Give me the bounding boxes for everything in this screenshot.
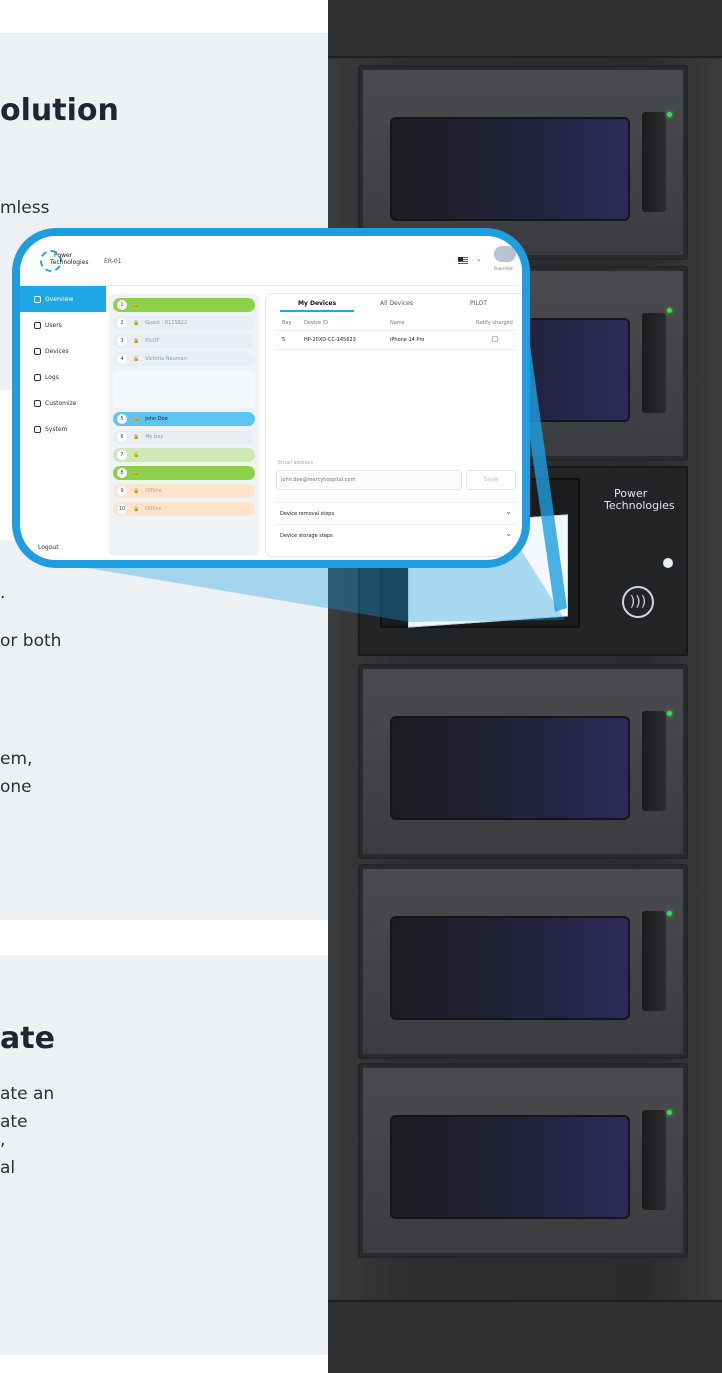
sidebar-item-label: Logs [45,373,59,381]
lock-icon: 🔒 [133,506,140,512]
accordion-label: Device storage steps [280,533,333,539]
bay-item[interactable]: 6 🔒 My bay [113,430,255,444]
app-logo-line: Power [54,252,73,259]
logs-icon [34,373,41,381]
bay-label: PILOT [145,338,160,344]
accordion-storage-steps[interactable]: Device storage steps ⌄ [276,524,516,546]
name-cell: iPhone 14 Pro [390,337,425,343]
gear-icon [34,425,41,433]
bay-item[interactable]: 7 🔒 [113,448,255,462]
lock-icon: 🔒 [133,452,140,458]
bay-label: Offline [145,488,162,494]
lock-icon: 🔒 [133,434,140,440]
us-flag-icon[interactable] [458,257,468,264]
lock-icon: 🔒 [133,470,140,476]
device-id-cell: HP-20XD-CC-145623 [304,337,356,343]
tab-my-devices[interactable]: My Devices [298,300,336,307]
bay-number: 5 [117,414,127,424]
sidebar-item-label: System [45,425,68,433]
bay-number: 8 [117,468,127,478]
lock-icon: 🔒 [133,416,140,422]
column-header: Bay [282,320,292,326]
bay-item[interactable]: 4 🔒 Victoria Neuman [113,352,255,366]
sidebar-item-logs[interactable]: Logs [20,364,106,390]
active-tab-underline [280,310,354,312]
magnifier-connector [40,330,567,622]
tab-all-devices[interactable]: All Devices [380,300,413,307]
app-logo-line: Technologies [50,259,89,266]
sidebar-item-label: Overview [45,295,74,303]
bay-item[interactable]: 5 🔒 John Doe [113,412,255,426]
bay-number: 2 [117,318,127,328]
email-field[interactable] [276,470,462,490]
table-row[interactable]: 5 HP-20XD-CC-145623 iPhone 14 Pro [276,330,516,350]
user-icon [34,321,41,329]
sidebar-item-overview[interactable]: Overview [20,286,106,312]
bay-label: Guest - 0115822 [145,320,188,326]
bay-list: 1 🔒 2 🔒 Guest - 0115822 3 🔒 PILOT 4 🔒 Victoria … [109,294,259,556]
sidebar-item-label: Devices [45,347,69,355]
station-id: ER-01 [104,258,122,265]
bay-cell: 5 [282,337,286,343]
lock-icon: 🔒 [133,338,140,344]
bay-number: 4 [117,354,127,364]
notify-checkbox[interactable] [492,336,498,342]
app-header: Power Technologies ER-01 ⌄ PowerBot [20,236,522,286]
powerbot-label: PowerBot [494,266,513,271]
accordion-label: Device removal steps [280,511,335,517]
sidebar-item-label: Users [45,321,62,329]
chevron-down-icon: ⌄ [505,507,512,516]
sidebar-item-label: Customize [45,399,77,407]
bay-number: 1 [117,300,127,310]
app-logo: Power Technologies [50,252,89,266]
customize-icon [34,399,41,407]
chevron-down-icon: ⌄ [505,529,512,538]
accordion-removal-steps[interactable]: Device removal steps ⌄ [276,502,516,524]
bay-number: 3 [117,336,127,346]
bay-item[interactable]: 9 🔒 Offline [113,484,255,498]
bay-number: 6 [117,432,127,442]
email-label: Email address [278,460,314,466]
lock-icon: 🔒 [133,320,140,326]
bay-label: Victoria Neuman [145,356,187,362]
devices-panel: My Devices All Devices PILOT Bay Device … [266,294,522,556]
bay-item[interactable]: 2 🔒 Guest - 0115822 [113,316,255,330]
powerbot-chat-icon[interactable] [494,246,516,262]
save-button[interactable]: Save [466,470,516,490]
bay-label: Offline [145,506,162,512]
bay-number: 9 [117,486,127,496]
tab-pilot[interactable]: PILOT [470,300,487,307]
sidebar-item-devices[interactable]: Devices [20,338,106,364]
sidebar: Overview Users Devices Logs Customize Sy… [20,286,106,560]
chevron-down-icon[interactable]: ⌄ [476,255,482,263]
lock-icon: 🔒 [133,356,140,362]
column-header: Device ID [304,320,329,326]
device-icon [34,347,41,355]
bay-item[interactable]: 8 🔒 [113,466,255,480]
bay-empty-slot [113,370,255,408]
sidebar-item-users[interactable]: Users [20,312,106,338]
bay-label: My bay [145,434,164,440]
bay-item[interactable]: 10 🔒 Offline [113,502,255,516]
column-header: Name [390,320,405,326]
lock-icon: 🔒 [133,302,140,308]
grid-icon [34,295,41,303]
lock-icon: 🔒 [133,488,140,494]
sidebar-item-system[interactable]: System [20,416,106,442]
sidebar-item-customize[interactable]: Customize [20,390,106,416]
bay-item[interactable]: 1 🔒 [113,298,255,312]
bay-number: 10 [117,504,127,514]
bay-label: John Doe [145,416,168,422]
bay-number: 7 [117,450,127,460]
logout-link[interactable]: Logout [38,544,59,551]
column-header: Notify charged [476,320,513,326]
bay-item[interactable]: 3 🔒 PILOT [113,334,255,348]
app-zoom-view: Power Technologies ER-01 ⌄ PowerBot Over… [12,228,530,568]
